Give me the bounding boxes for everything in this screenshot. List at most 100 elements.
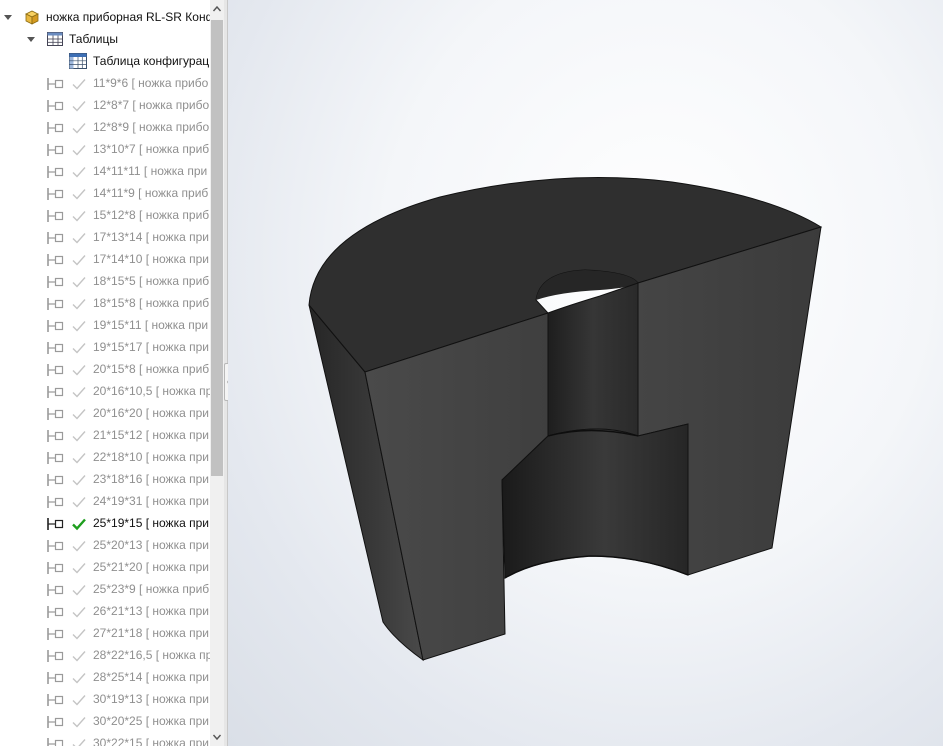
- configuration-item[interactable]: 17*14*10 [ ножка при: [0, 248, 210, 270]
- configuration-icon: [46, 142, 64, 156]
- check-icon: [71, 98, 87, 112]
- configuration-item[interactable]: 21*15*12 [ ножка при: [0, 424, 210, 446]
- configuration-item[interactable]: 12*8*9 [ ножка прибо: [0, 116, 210, 138]
- config-table-node[interactable]: Таблица конфигурац: [0, 50, 210, 72]
- configuration-icon: [46, 76, 64, 90]
- configuration-label: 19*15*17 [ ножка при: [93, 340, 209, 354]
- configuration-item[interactable]: 15*12*8 [ ножка приб: [0, 204, 210, 226]
- expand-arrow-icon[interactable]: [27, 37, 35, 42]
- configuration-label: 21*15*12 [ ножка при: [93, 428, 209, 442]
- configuration-label: 14*11*9 [ ножка приб: [93, 186, 209, 200]
- configuration-icon: [46, 472, 64, 486]
- check-icon: [71, 648, 87, 662]
- configuration-item[interactable]: 19*15*17 [ ножка при: [0, 336, 210, 358]
- configuration-icon: [46, 362, 64, 376]
- configuration-item[interactable]: 17*13*14 [ ножка при: [0, 226, 210, 248]
- configuration-icon: [46, 692, 64, 706]
- tables-folder-label: Таблицы: [69, 32, 119, 46]
- expand-arrow-icon[interactable]: [4, 15, 12, 20]
- check-icon: [71, 406, 87, 420]
- configuration-item[interactable]: 11*9*6 [ ножка прибо: [0, 72, 210, 94]
- check-icon: [71, 296, 87, 310]
- configuration-icon: [46, 560, 64, 574]
- configuration-label: 25*21*20 [ ножка при: [93, 560, 209, 574]
- configuration-icon: [46, 428, 64, 442]
- configuration-icon: [46, 516, 64, 530]
- configuration-icon: [46, 406, 64, 420]
- configuration-item[interactable]: 24*19*31 [ ножка при: [0, 490, 210, 512]
- check-icon: [71, 516, 87, 531]
- configuration-label: 18*15*5 [ ножка приб: [93, 274, 210, 288]
- configuration-label: 30*20*25 [ ножка при: [93, 714, 209, 728]
- configuration-label: 18*15*8 [ ножка приб: [93, 296, 210, 310]
- tables-folder-node[interactable]: Таблицы: [0, 28, 210, 50]
- configuration-icon: [46, 318, 64, 332]
- configuration-item[interactable]: 12*8*7 [ ножка прибо: [0, 94, 210, 116]
- check-icon: [71, 274, 87, 288]
- configuration-item[interactable]: 13*10*7 [ ножка приб: [0, 138, 210, 160]
- configuration-icon: [46, 164, 64, 178]
- check-icon: [71, 582, 87, 596]
- check-icon: [71, 76, 87, 90]
- configuration-icon: [46, 736, 64, 746]
- configuration-icon: [46, 582, 64, 596]
- configuration-item[interactable]: 23*18*16 [ ножка при: [0, 468, 210, 490]
- configuration-label: 19*15*11 [ ножка при: [93, 318, 209, 332]
- configuration-label: 25*23*9 [ ножка приб: [93, 582, 210, 596]
- configuration-item[interactable]: 28*22*16,5 [ ножка пр: [0, 644, 210, 666]
- configuration-item[interactable]: 27*21*18 [ ножка при: [0, 622, 210, 644]
- check-icon: [71, 670, 87, 684]
- configuration-item[interactable]: 25*23*9 [ ножка приб: [0, 578, 210, 600]
- configuration-item[interactable]: 14*11*9 [ ножка приб: [0, 182, 210, 204]
- graphics-viewport[interactable]: [228, 0, 943, 746]
- chevron-down-icon[interactable]: [210, 728, 224, 746]
- configuration-label: 25*19*15 [ ножка при: [93, 516, 209, 530]
- configuration-label: 12*8*9 [ ножка прибо: [93, 120, 210, 134]
- configuration-item[interactable]: 26*21*13 [ ножка при: [0, 600, 210, 622]
- configuration-label: 26*21*13 [ ножка при: [93, 604, 209, 618]
- configuration-label: 12*8*7 [ ножка прибо: [93, 98, 210, 112]
- check-icon: [71, 450, 87, 464]
- table-folder-icon: [46, 31, 64, 47]
- configuration-item[interactable]: 18*15*8 [ ножка приб: [0, 292, 210, 314]
- configuration-item[interactable]: 30*20*25 [ ножка при: [0, 710, 210, 732]
- configuration-label: 17*13*14 [ ножка при: [93, 230, 209, 244]
- configuration-item[interactable]: 30*19*13 [ ножка при: [0, 688, 210, 710]
- configuration-item[interactable]: 19*15*11 [ ножка при: [0, 314, 210, 336]
- configuration-label: 22*18*10 [ ножка при: [93, 450, 209, 464]
- check-icon: [71, 714, 87, 728]
- configuration-tree-panel: ножка приборная RL-SR Конф Таблицы Табли…: [0, 0, 210, 746]
- configuration-item[interactable]: 25*20*13 [ ножка при: [0, 534, 210, 556]
- scroll-thumb[interactable]: [211, 20, 223, 476]
- design-table-icon: [68, 52, 88, 70]
- configuration-label: 17*14*10 [ ножка при: [93, 252, 209, 266]
- check-icon: [71, 208, 87, 222]
- tree-scrollbar[interactable]: [210, 0, 224, 746]
- configuration-item[interactable]: 25*21*20 [ ножка при: [0, 556, 210, 578]
- configuration-item[interactable]: 30*22*15 [ ножка при: [0, 732, 210, 746]
- configuration-item[interactable]: 22*18*10 [ ножка при: [0, 446, 210, 468]
- configuration-item[interactable]: 20*15*8 [ ножка приб: [0, 358, 210, 380]
- configuration-icon: [46, 296, 64, 310]
- configuration-label: 28*22*16,5 [ ножка пр: [93, 648, 210, 662]
- configuration-icon: [46, 274, 64, 288]
- configuration-item[interactable]: 18*15*5 [ ножка приб: [0, 270, 210, 292]
- check-icon: [71, 120, 87, 134]
- configuration-item[interactable]: 25*19*15 [ ножка при: [0, 512, 210, 534]
- configuration-item[interactable]: 20*16*10,5 [ ножка пр: [0, 380, 210, 402]
- tree-root-node[interactable]: ножка приборная RL-SR Конф: [0, 6, 210, 28]
- configuration-icon: [46, 450, 64, 464]
- configuration-label: 11*9*6 [ ножка прибо: [93, 76, 209, 90]
- check-icon: [71, 560, 87, 574]
- configuration-item[interactable]: 20*16*20 [ ножка при: [0, 402, 210, 424]
- configuration-item[interactable]: 14*11*11 [ ножка при: [0, 160, 210, 182]
- configuration-label: 25*20*13 [ ножка при: [93, 538, 209, 552]
- chevron-up-icon[interactable]: [210, 0, 224, 18]
- configuration-icon: [46, 604, 64, 618]
- part-icon: [23, 8, 41, 26]
- check-icon: [71, 692, 87, 706]
- part-model-render: [308, 176, 823, 662]
- configuration-icon: [46, 538, 64, 552]
- configuration-item[interactable]: 28*25*14 [ ножка при: [0, 666, 210, 688]
- configuration-icon: [46, 670, 64, 684]
